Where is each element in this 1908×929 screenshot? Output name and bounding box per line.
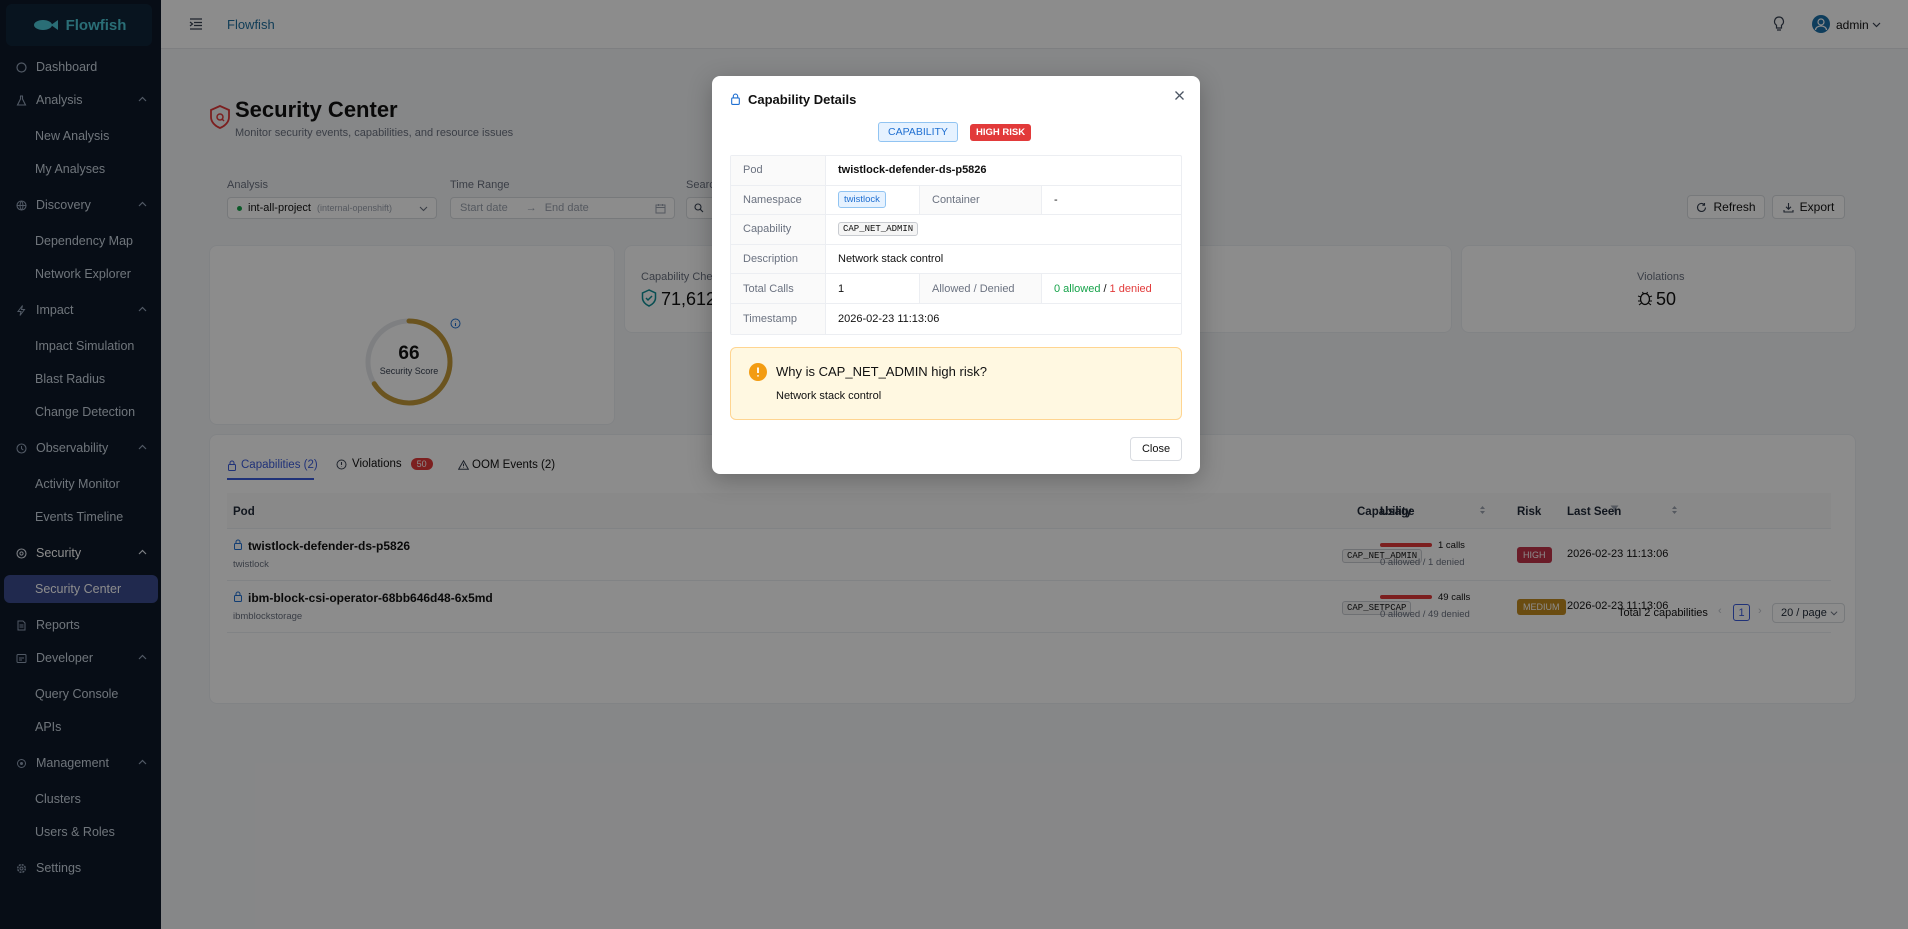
- details-value-container: -: [1054, 193, 1058, 206]
- lock-icon: [730, 93, 741, 105]
- close-icon[interactable]: [1174, 90, 1185, 101]
- details-row-capability: Capability CAP_NET_ADMIN: [731, 215, 1181, 245]
- details-row-total-calls: Total Calls 1 Allowed / Denied 0 allowed…: [731, 274, 1181, 304]
- details-label: Capability: [731, 215, 826, 244]
- namespace-tag: twistlock: [838, 191, 886, 209]
- details-table: Pod twistlock-defender-ds-p5826 Namespac…: [730, 155, 1182, 335]
- capability-code: CAP_NET_ADMIN: [838, 222, 919, 237]
- details-label: Allowed / Denied: [920, 274, 1042, 303]
- details-row-pod: Pod twistlock-defender-ds-p5826: [731, 156, 1181, 186]
- details-label: Container: [920, 185, 1042, 215]
- details-value-pod: twistlock-defender-ds-p5826: [838, 164, 987, 177]
- details-label: Namespace: [731, 185, 826, 215]
- allowed-count: 0 allowed: [1054, 282, 1101, 295]
- details-row-description: Description Network stack control: [731, 244, 1181, 275]
- details-row-timestamp: Timestamp 2026-02-23 11:13:06: [731, 303, 1181, 334]
- details-label: Total Calls: [731, 274, 826, 303]
- high-risk-tag: HIGH RISK: [970, 124, 1032, 141]
- details-label: Pod: [731, 156, 826, 185]
- exclamation-circle-filled-icon: [749, 363, 767, 381]
- details-label: Timestamp: [731, 303, 826, 334]
- risk-alert-title: Why is CAP_NET_ADMIN high risk?: [776, 364, 987, 379]
- details-row-namespace: Namespace twistlock Container -: [731, 185, 1181, 216]
- risk-alert-body: Network stack control: [776, 390, 882, 402]
- risk-alert: Why is CAP_NET_ADMIN high risk? Network …: [730, 347, 1182, 420]
- capability-details-modal: Capability Details CAPABILITY HIGH RISK …: [712, 76, 1200, 474]
- allowed-denied-separator: /: [1103, 282, 1107, 295]
- details-value-total-calls: 1: [826, 274, 920, 303]
- details-value-timestamp: 2026-02-23 11:13:06: [838, 312, 940, 325]
- details-label: Description: [731, 244, 826, 274]
- close-button[interactable]: Close: [1130, 437, 1182, 461]
- denied-count: 1 denied: [1109, 282, 1152, 295]
- details-value-description: Network stack control: [838, 253, 944, 266]
- capability-tag: CAPABILITY: [878, 122, 958, 142]
- modal-title: Capability Details: [748, 92, 857, 107]
